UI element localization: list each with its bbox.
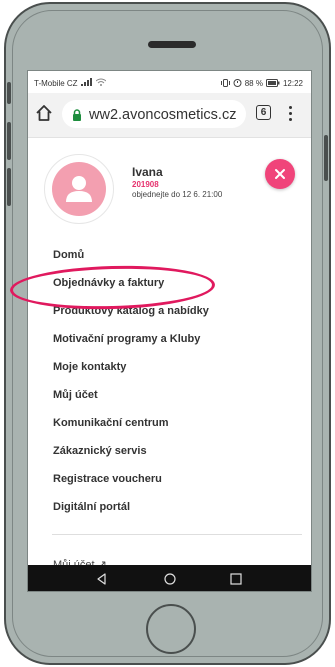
profile-header: Ivana 201908 objednejte do 12 6. 21:00 xyxy=(28,137,311,247)
more-menu-icon[interactable] xyxy=(283,103,297,123)
menu-item-customer-service[interactable]: Zákaznický servis xyxy=(53,445,147,457)
battery-icon xyxy=(265,78,280,89)
battery-percent: 88 % xyxy=(244,79,263,88)
url-text: ww2.avoncosmetics.cz xyxy=(89,107,237,123)
alarm-icon xyxy=(233,78,242,89)
avatar xyxy=(44,154,114,224)
lock-icon xyxy=(72,108,82,121)
close-menu-button[interactable] xyxy=(265,159,295,189)
order-deadline: objednejte do 12 6. 21:00 xyxy=(132,190,223,199)
phone-volume-down-button xyxy=(7,168,11,206)
clock: 12:22 xyxy=(282,79,303,88)
browser-toolbar: ww2.avoncosmetics.cz 6 xyxy=(28,93,311,138)
home-nav-icon[interactable] xyxy=(164,573,176,585)
user-icon xyxy=(52,162,106,216)
signal-icon xyxy=(80,78,93,88)
phone-volume-up-button xyxy=(7,122,11,160)
back-icon[interactable] xyxy=(97,573,106,585)
menu-item-home[interactable]: Domů xyxy=(53,249,84,261)
wifi-icon xyxy=(95,78,106,88)
menu-item-voucher-registration[interactable]: Registrace voucheru xyxy=(53,473,162,485)
vibrate-icon xyxy=(220,78,230,89)
phone-side-button xyxy=(7,82,11,104)
account-number: 201908 xyxy=(132,180,159,189)
close-icon xyxy=(275,169,285,179)
android-nav-bar xyxy=(28,565,311,591)
tab-switcher-button[interactable]: 6 xyxy=(256,105,271,120)
recents-icon[interactable] xyxy=(230,573,242,585)
menu-item-my-account[interactable]: Můj účet xyxy=(53,389,98,401)
menu-divider xyxy=(52,534,302,535)
address-bar[interactable]: ww2.avoncosmetics.cz xyxy=(62,100,246,128)
status-bar: T-Mobile CZ 88 % 12:22 xyxy=(28,71,311,93)
phone-screen: T-Mobile CZ 88 % 12:22 ww2.avoncosmetics… xyxy=(27,70,312,592)
menu-item-my-contacts[interactable]: Moje kontakty xyxy=(53,361,126,373)
home-icon[interactable] xyxy=(34,103,54,123)
menu-item-motivation-programs[interactable]: Motivační programy a Kluby xyxy=(53,333,200,345)
phone-speaker xyxy=(148,41,196,48)
user-name: Ivana xyxy=(132,165,163,179)
menu-item-digital-portal[interactable]: Digitální portál xyxy=(53,501,130,513)
phone-home-button[interactable] xyxy=(146,604,196,654)
phone-power-button xyxy=(324,135,328,181)
carrier-label: T-Mobile CZ xyxy=(34,78,78,88)
menu-item-communication-center[interactable]: Komunikační centrum xyxy=(53,417,169,429)
